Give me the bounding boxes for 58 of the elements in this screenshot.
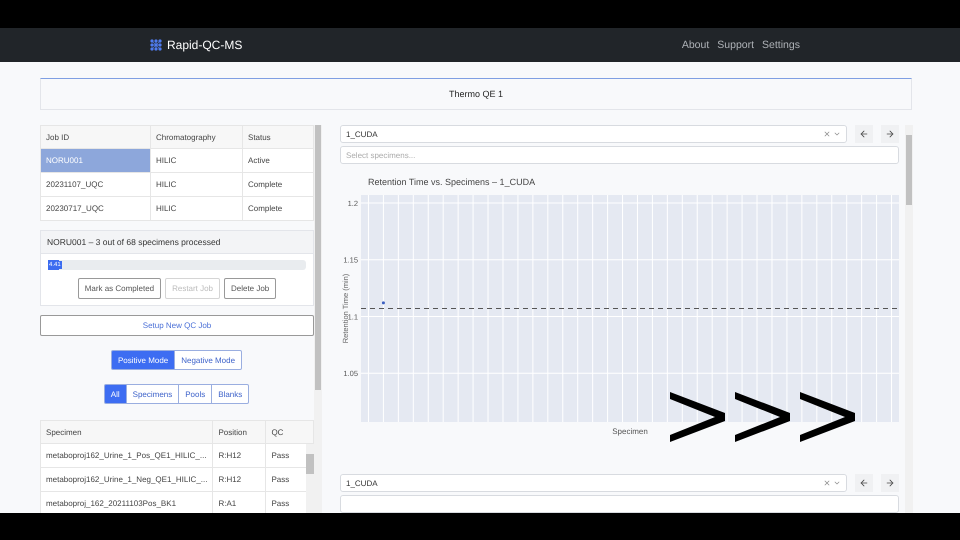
column-header: Specimen bbox=[40, 420, 213, 444]
table-cell[interactable]: HILIC bbox=[150, 148, 242, 172]
job-progress-title: NORU001 – 3 out of 68 specimens processed bbox=[41, 231, 313, 254]
table-cell[interactable]: HILIC bbox=[150, 196, 242, 220]
previous-button[interactable] bbox=[855, 474, 873, 492]
column-header: QC bbox=[266, 420, 314, 444]
caret-icon bbox=[833, 479, 841, 487]
mode-toggle-button[interactable]: Negative Mode bbox=[174, 350, 242, 370]
nav-link[interactable]: About bbox=[682, 39, 710, 51]
table-cell: metaboproj_162_20211103Pos_BK1 bbox=[40, 492, 213, 513]
scrollbar[interactable] bbox=[314, 125, 322, 513]
table-cell[interactable]: HILIC bbox=[150, 172, 242, 196]
next-button[interactable] bbox=[881, 125, 899, 143]
left-arrow-icon bbox=[859, 129, 869, 139]
brand-link[interactable]: Rapid-QC-MS bbox=[150, 38, 242, 52]
scrollbar[interactable] bbox=[905, 125, 913, 513]
setup-job-button[interactable]: Setup New QC Job bbox=[40, 315, 314, 336]
next-button[interactable] bbox=[881, 474, 899, 492]
table-cell: R:H12 bbox=[212, 468, 266, 492]
table-cell[interactable]: Complete bbox=[242, 172, 314, 196]
nav-link[interactable]: Support bbox=[717, 39, 754, 51]
instrument-title: Thermo QE 1 bbox=[40, 78, 912, 110]
column-header: Position bbox=[212, 420, 266, 444]
job-action-button[interactable]: Delete Job bbox=[224, 278, 276, 299]
caret-icon bbox=[833, 130, 841, 138]
filter-button[interactable]: Blanks bbox=[211, 384, 250, 404]
column-header: Status bbox=[242, 126, 314, 148]
compound-dropdown[interactable]: 1_CUDA bbox=[340, 474, 847, 492]
mode-toggle-button[interactable]: Positive Mode bbox=[110, 350, 176, 370]
previous-button[interactable] bbox=[855, 125, 873, 143]
table-cell[interactable]: 20230717_UQC bbox=[40, 196, 150, 220]
clear-icon[interactable] bbox=[823, 130, 831, 138]
column-header: Chromatography bbox=[150, 126, 242, 148]
table-cell: metaboproj162_Urine_1_Pos_QE1_HILIC_... bbox=[40, 444, 213, 468]
table-cell: metaboproj162_Urine_1_Neg_QE1_HILIC_... bbox=[40, 468, 213, 492]
table-cell: R:A1 bbox=[212, 492, 266, 513]
table-cell: R:H12 bbox=[212, 444, 266, 468]
nav-link[interactable]: Settings bbox=[762, 39, 800, 51]
table-cell[interactable]: Complete bbox=[242, 196, 314, 220]
table-cell[interactable]: Active bbox=[242, 148, 314, 172]
scrollbar[interactable] bbox=[306, 444, 314, 513]
right-arrow-icon bbox=[885, 129, 895, 139]
compound-dropdown[interactable]: 1_CUDA bbox=[340, 125, 847, 143]
filter-button[interactable]: Pools bbox=[178, 384, 212, 404]
logo-icon bbox=[150, 39, 162, 51]
clear-icon[interactable] bbox=[823, 479, 831, 487]
data-point bbox=[382, 301, 385, 304]
right-arrow-icon bbox=[885, 478, 895, 488]
specimen-select-field[interactable] bbox=[340, 495, 899, 513]
specimen-select-field[interactable]: Select specimens... bbox=[340, 146, 899, 164]
column-header: Job ID bbox=[40, 126, 150, 148]
filter-button[interactable]: Specimens bbox=[126, 384, 180, 404]
filter-button[interactable]: All bbox=[104, 384, 127, 404]
chart-title: Retention Time vs. Specimens – 1_CUDA bbox=[368, 177, 536, 187]
table-cell[interactable]: 20231107_UQC bbox=[40, 172, 150, 196]
left-arrow-icon bbox=[859, 478, 869, 488]
x-axis-label: Specimen bbox=[612, 427, 648, 436]
job-action-button[interactable]: Mark as Completed bbox=[78, 278, 162, 299]
